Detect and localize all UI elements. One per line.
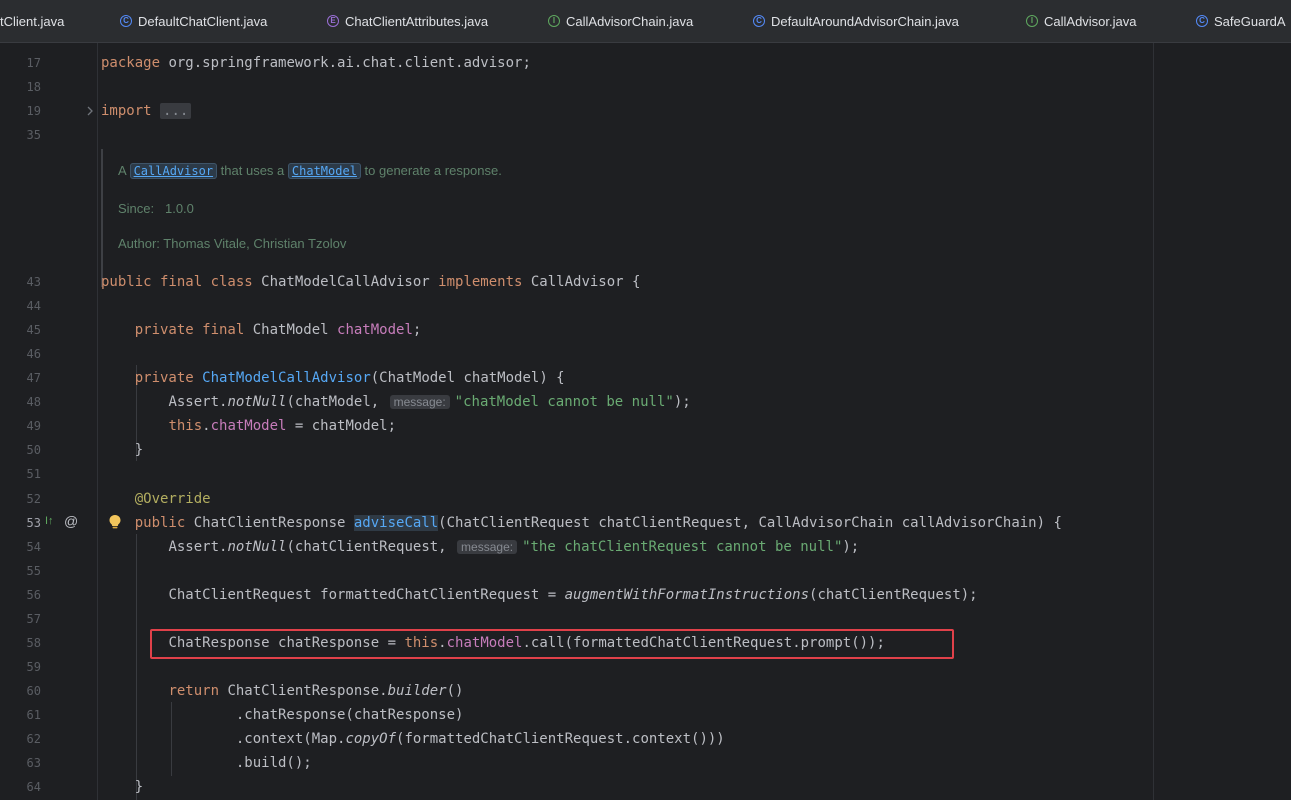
code-editor[interactable]: 17 18 19 35 43 44 45 46 47 48 49 50 51 5… bbox=[0, 43, 1291, 800]
line-number: 47 bbox=[26, 371, 41, 385]
code-line-field[interactable]: private final ChatModel chatModel; bbox=[101, 321, 422, 339]
tab-default-chat-client[interactable]: C DefaultChatClient.java bbox=[120, 0, 267, 42]
enum-icon: E bbox=[327, 15, 339, 27]
tab-chat-client-attributes[interactable]: E ChatClientAttributes.java bbox=[327, 0, 488, 42]
line-number: 17 bbox=[26, 56, 41, 70]
line-number: 57 bbox=[26, 612, 41, 626]
line-number: 58 bbox=[26, 636, 41, 650]
line-number: 60 bbox=[26, 684, 41, 698]
javadoc-link-chat-model[interactable]: ChatModel bbox=[287, 163, 361, 179]
line-number: 61 bbox=[26, 708, 41, 722]
javadoc-description: A CallAdvisor that uses a ChatModel to g… bbox=[118, 163, 502, 179]
tab-label: ChatClientAttributes.java bbox=[345, 13, 489, 29]
code-line-chain-build[interactable]: .build(); bbox=[101, 754, 312, 772]
tab-call-advisor[interactable]: I CallAdvisor.java bbox=[1026, 0, 1137, 42]
code-line-assert-chatmodel[interactable]: Assert.notNull(chatModel, message: "chatM… bbox=[101, 393, 690, 411]
javadoc-bar bbox=[101, 149, 103, 287]
line-number: 51 bbox=[26, 467, 41, 481]
line-number: 54 bbox=[26, 540, 41, 554]
line-number: 18 bbox=[26, 80, 41, 94]
line-number: 46 bbox=[26, 347, 41, 361]
implements-marker-icon[interactable]: I↑ bbox=[45, 515, 54, 527]
code-line-method-decl[interactable]: public ChatClientResponse adviseCall(Cha… bbox=[101, 514, 1062, 532]
line-number: 56 bbox=[26, 588, 41, 602]
override-marker-icon[interactable]: @ bbox=[64, 513, 78, 529]
tab-safe-guard-advisor[interactable]: C SafeGuardA bbox=[1196, 0, 1286, 42]
tab-label: tClient.java bbox=[0, 13, 65, 29]
code-line-close-brace[interactable]: } bbox=[101, 441, 143, 459]
folded-imports[interactable]: ... bbox=[160, 103, 192, 119]
code-line-assign[interactable]: this.chatModel = chatModel; bbox=[101, 417, 396, 435]
line-number: 45 bbox=[26, 323, 41, 337]
class-icon: C bbox=[753, 15, 765, 27]
code-line-close-brace[interactable]: } bbox=[101, 778, 143, 796]
code-line-formatted-request[interactable]: ChatClientRequest formattedChatClientReq… bbox=[101, 586, 977, 604]
line-number: 55 bbox=[26, 564, 41, 578]
tab-label: CallAdvisorChain.java bbox=[566, 13, 694, 29]
line-number: 49 bbox=[26, 419, 41, 433]
class-icon: C bbox=[1196, 15, 1208, 27]
code-line-chain-context[interactable]: .context(Map.copyOf(formattedChatClientR… bbox=[101, 730, 725, 748]
tab-chat-client[interactable]: tClient.java bbox=[0, 0, 64, 42]
tab-call-advisor-chain[interactable]: I CallAdvisorChain.java bbox=[548, 0, 693, 42]
line-number: 63 bbox=[26, 756, 41, 770]
method-name-advise-call[interactable]: adviseCall bbox=[353, 515, 439, 531]
line-number: 52 bbox=[26, 492, 41, 506]
parameter-hint: message: bbox=[457, 540, 518, 554]
interface-icon: I bbox=[548, 15, 560, 27]
tab-label: DefaultAroundAdvisorChain.java bbox=[771, 13, 959, 29]
code-line-constructor[interactable]: private ChatModelCallAdvisor(ChatModel c… bbox=[101, 369, 565, 387]
tab-label: DefaultChatClient.java bbox=[138, 13, 268, 29]
line-number: 35 bbox=[26, 128, 41, 142]
line-number: 62 bbox=[26, 732, 41, 746]
gutter-divider bbox=[97, 43, 98, 800]
code-line-class-decl[interactable]: public final class ChatModelCallAdvisor … bbox=[101, 273, 640, 291]
line-number: 48 bbox=[26, 395, 41, 409]
code-line-import[interactable]: import ... bbox=[101, 102, 192, 120]
line-number: 44 bbox=[26, 299, 41, 313]
editor-tab-bar: tClient.java C DefaultChatClient.java E … bbox=[0, 0, 1291, 43]
fold-chevron-icon[interactable] bbox=[86, 105, 94, 117]
line-number: 19 bbox=[26, 104, 41, 118]
code-line-package[interactable]: package org.springframework.ai.chat.clie… bbox=[101, 54, 531, 72]
highlight-annotation-box bbox=[150, 629, 954, 659]
interface-icon: I bbox=[1026, 15, 1038, 27]
class-icon: C bbox=[120, 15, 132, 27]
line-number: 50 bbox=[26, 443, 41, 457]
code-line-return[interactable]: return ChatClientResponse.builder() bbox=[101, 682, 463, 700]
parameter-hint: message: bbox=[389, 395, 450, 409]
right-margin-guide bbox=[1153, 43, 1154, 800]
line-number: 59 bbox=[26, 660, 41, 674]
code-line-chain-response[interactable]: .chatResponse(chatResponse) bbox=[101, 706, 464, 724]
code-line-assert-request[interactable]: Assert.notNull(chatClientRequest, messag… bbox=[101, 538, 859, 556]
code-line-override[interactable]: @Override bbox=[101, 490, 211, 508]
javadoc-author: Author: Thomas Vitale, Christian Tzolov bbox=[118, 236, 347, 251]
tab-label: CallAdvisor.java bbox=[1044, 13, 1137, 29]
tab-label: SafeGuardA bbox=[1214, 13, 1286, 29]
line-number-current: 53 bbox=[26, 516, 41, 530]
line-number: 43 bbox=[26, 275, 41, 289]
javadoc-since: Since: 1.0.0 bbox=[118, 201, 194, 216]
line-number: 64 bbox=[26, 780, 41, 794]
tab-default-around-advisor-chain[interactable]: C DefaultAroundAdvisorChain.java bbox=[753, 0, 959, 42]
javadoc-link-call-advisor[interactable]: CallAdvisor bbox=[129, 163, 218, 179]
